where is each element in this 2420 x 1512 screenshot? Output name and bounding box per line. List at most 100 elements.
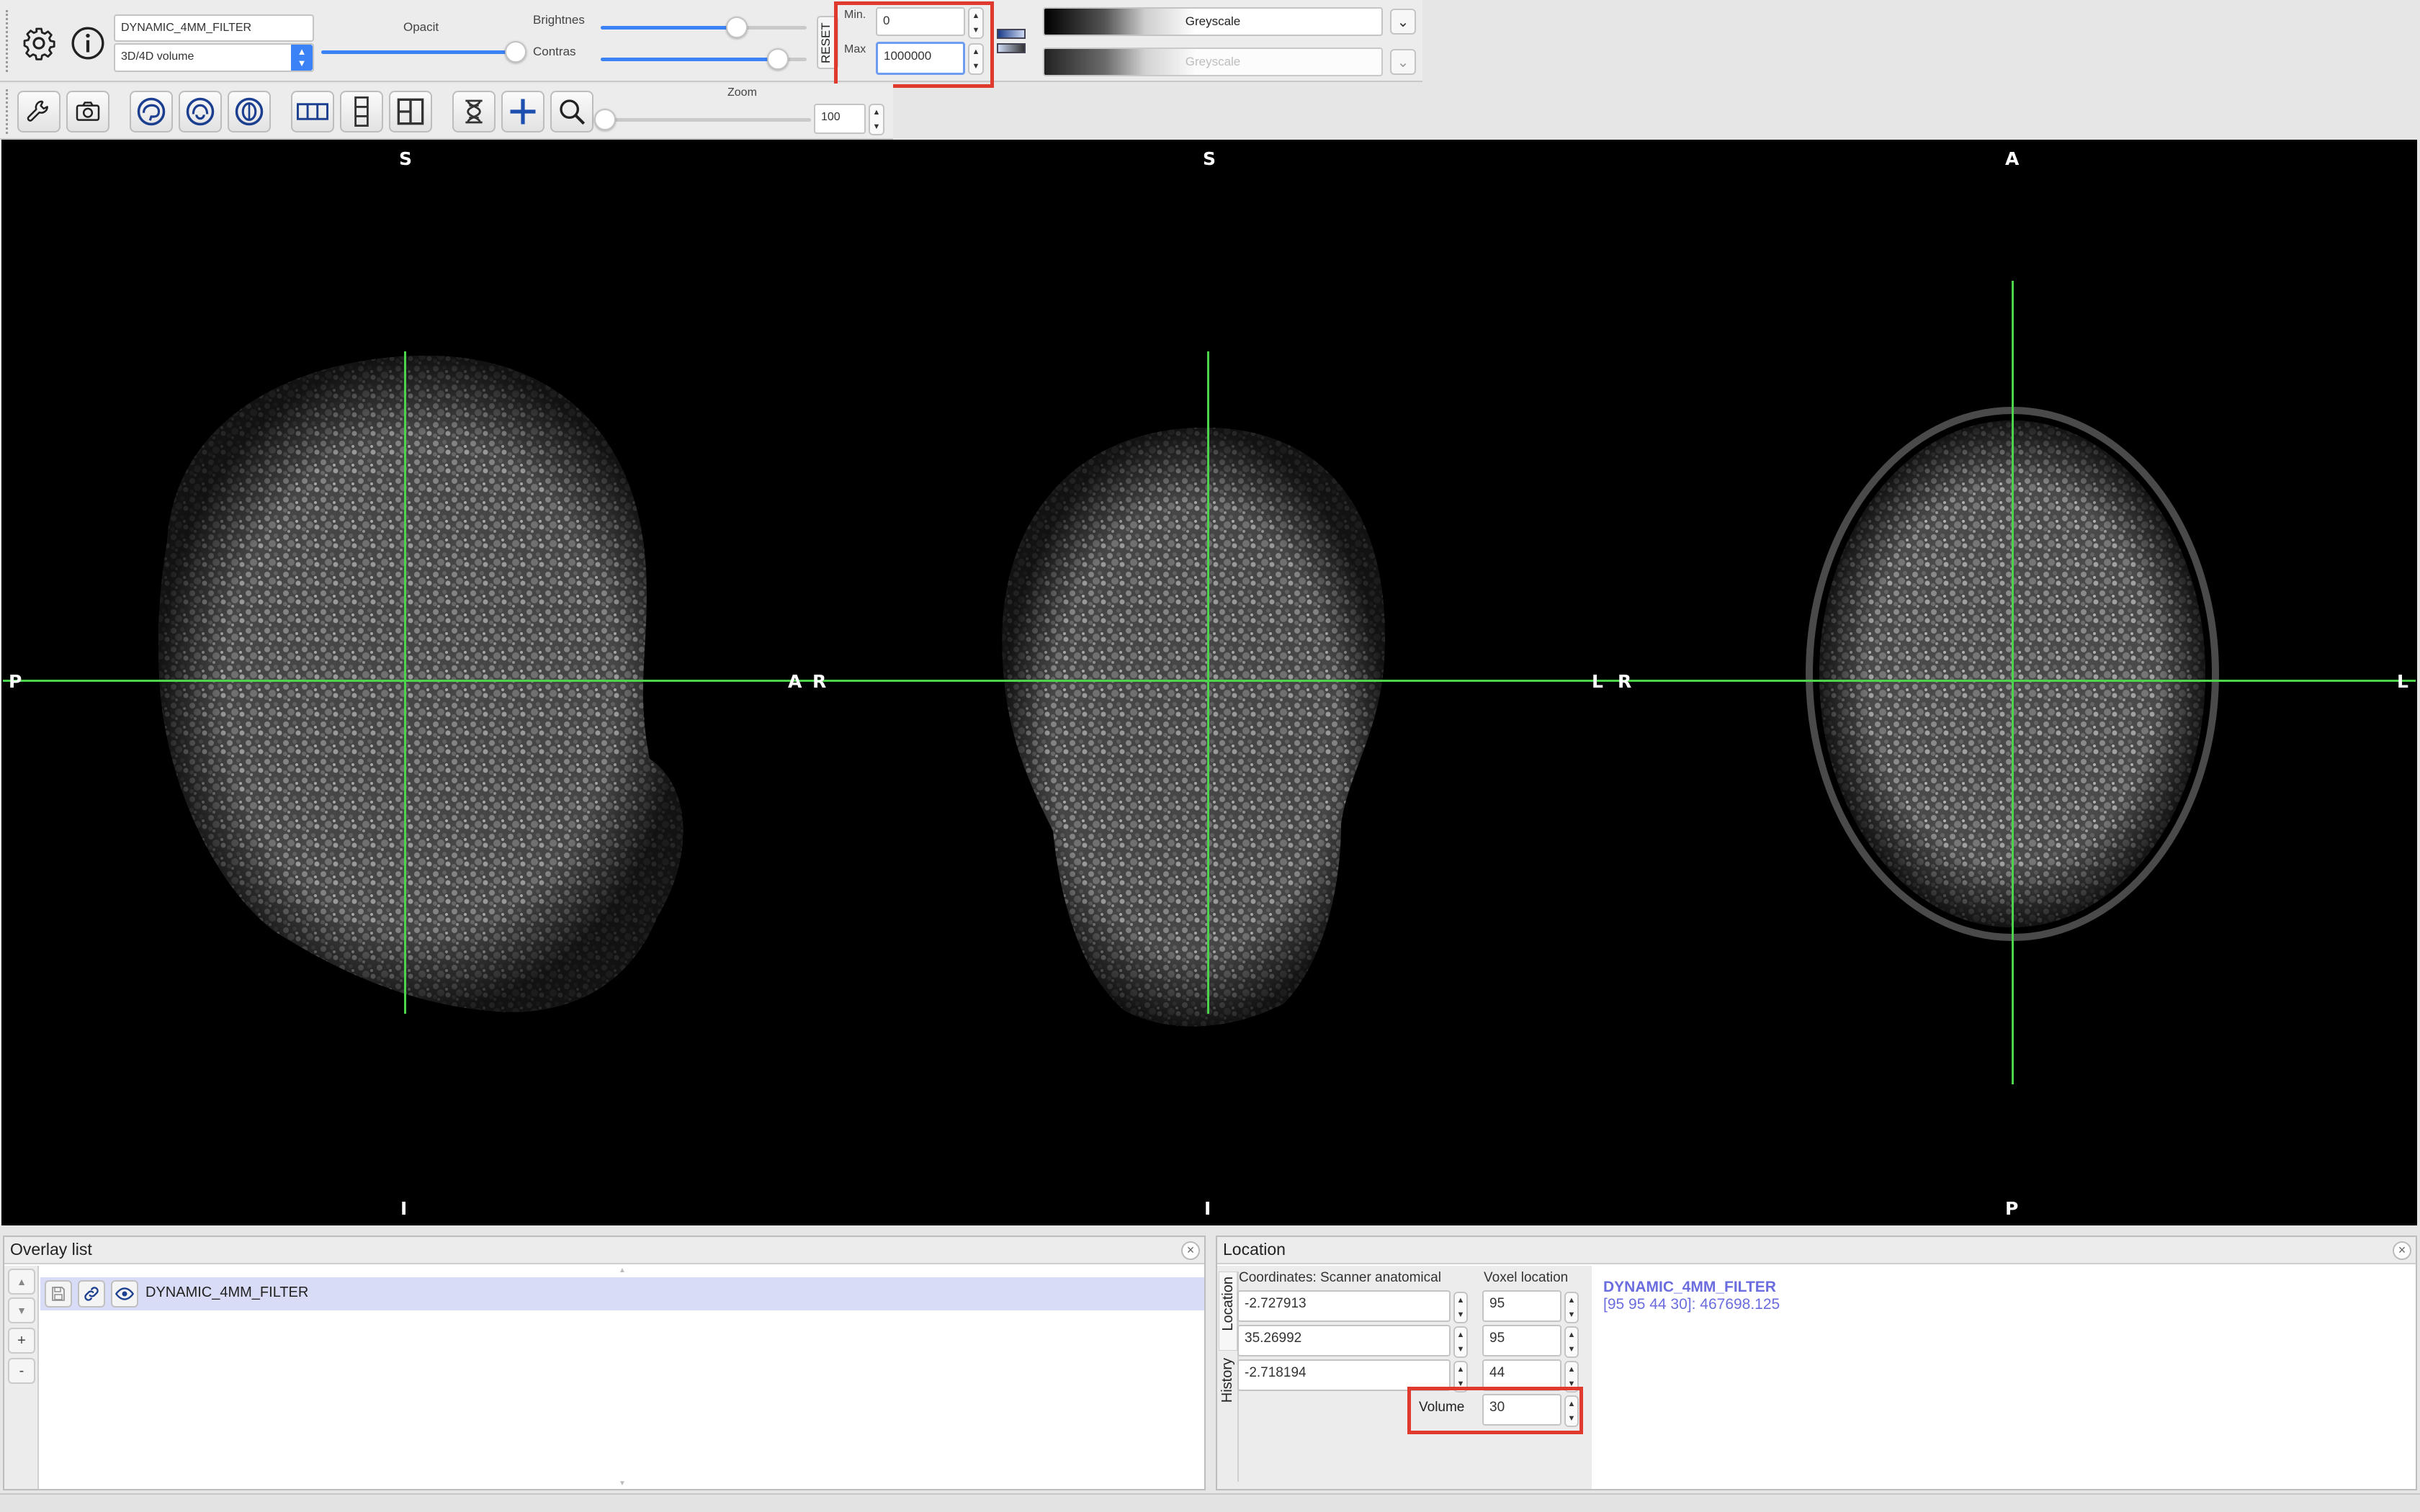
overlay-list-header: Overlay list xyxy=(4,1237,1204,1264)
coordinates-label: Coordinates: Scanner anatomical xyxy=(1239,1270,1441,1285)
zoom-slider[interactable] xyxy=(605,118,811,122)
brain-slices xyxy=(158,356,2219,1027)
toolbar-grip[interactable] xyxy=(6,10,10,72)
sagittal-right-label: A xyxy=(788,671,802,692)
secondary-colormap-label: Greyscale xyxy=(1185,55,1241,68)
overlay-list-sidebar: ▲ ▼ + - xyxy=(4,1266,39,1489)
brightness-label: Brightnes xyxy=(533,13,585,27)
scroll-up-icon[interactable]: ▲ xyxy=(40,1267,1204,1274)
coord-y-stepper[interactable]: ▲ ▼ xyxy=(1453,1326,1468,1358)
location-close-icon[interactable]: × xyxy=(2393,1241,2411,1260)
link-overlay-icon[interactable] xyxy=(78,1280,105,1308)
opacity-label: Opacit xyxy=(403,20,439,34)
voxel-y-stepper[interactable]: ▲ ▼ xyxy=(1564,1326,1579,1358)
grid-layout-icon[interactable] xyxy=(389,91,432,132)
opacity-slider-knob[interactable] xyxy=(505,41,526,63)
toolbar-grip[interactable] xyxy=(6,89,10,134)
sagittal-left-label: P xyxy=(9,671,22,692)
history-tab-label: History xyxy=(1219,1358,1235,1403)
ortho-view-toolbar: Zoom 100 ▲ ▼ xyxy=(0,84,893,140)
horizontal-layout-icon[interactable] xyxy=(291,91,334,132)
overlay-list-panel: Overlay list × ▲ ▼ + - ▲ DYNAMIC_4MM_FIL… xyxy=(3,1236,1206,1490)
camera-icon[interactable] xyxy=(66,91,109,132)
secondary-colormap-dropdown-icon[interactable]: ⌄ xyxy=(1390,49,1416,75)
location-panel: Location × Location History Coordinates:… xyxy=(1216,1236,2417,1490)
sagittal-crosshair-vertical xyxy=(404,351,406,1014)
crosshair-toggle-icon[interactable] xyxy=(501,91,544,132)
zoom-stepper[interactable]: ▲ ▼ xyxy=(869,104,884,135)
volume-type-value: 3D/4D volume xyxy=(121,50,194,63)
reset-label: RESET xyxy=(819,22,833,63)
contrast-label: Contras xyxy=(533,45,576,58)
contrast-slider-fill xyxy=(601,58,778,61)
coord-y-input[interactable]: 35.26992 xyxy=(1237,1325,1451,1356)
axial-top-label: A xyxy=(2005,148,2020,169)
visibility-eye-icon[interactable] xyxy=(111,1280,138,1308)
opacity-slider[interactable] xyxy=(321,50,516,54)
opacity-slider-fill xyxy=(321,50,516,54)
min-max-highlight xyxy=(834,1,994,88)
sagittal-view-icon[interactable] xyxy=(130,91,173,132)
coord-x-input[interactable]: -2.727913 xyxy=(1237,1290,1451,1322)
history-tab[interactable]: History xyxy=(1219,1352,1237,1421)
info-icon[interactable] xyxy=(66,22,109,65)
brightness-slider[interactable] xyxy=(601,26,807,30)
overlay-list-title: Overlay list xyxy=(10,1240,92,1259)
volume-type-select[interactable]: 3D/4D volume ▲ ▼ xyxy=(114,43,314,72)
voxel-location-label: Voxel location xyxy=(1484,1270,1569,1285)
coronal-bottom-label: I xyxy=(1204,1198,1211,1219)
volume-highlight xyxy=(1407,1387,1583,1434)
move-down-button[interactable]: ▼ xyxy=(8,1297,35,1323)
sagittal-slice xyxy=(158,356,684,1012)
voxel-x-stepper[interactable]: ▲ ▼ xyxy=(1564,1292,1579,1323)
coronal-slice xyxy=(1002,428,1385,1027)
crosshair-horizontal xyxy=(3,680,2416,682)
axial-bottom-label: P xyxy=(2005,1198,2019,1219)
axial-right-label: L xyxy=(2397,671,2408,692)
axial-crosshair-vertical xyxy=(2012,281,2014,1084)
brightness-slider-knob[interactable] xyxy=(726,17,748,38)
location-header: Location xyxy=(1217,1237,2416,1264)
vertical-layout-icon[interactable] xyxy=(340,91,383,132)
overlay-item-name: DYNAMIC_4MM_FILTER xyxy=(145,1284,309,1300)
scroll-down-icon[interactable]: ▼ xyxy=(40,1480,1204,1488)
ortho-viewer-canvas[interactable]: S I P A S I R L A P R L xyxy=(1,140,2417,1225)
overlay-name-field[interactable]: DYNAMIC_4MM_FILTER xyxy=(114,14,314,42)
remove-overlay-button[interactable]: - xyxy=(8,1358,35,1384)
save-overlay-icon[interactable] xyxy=(45,1280,72,1308)
coronal-view-icon[interactable] xyxy=(179,91,222,132)
location-title: Location xyxy=(1223,1240,1286,1259)
coord-x-stepper[interactable]: ▲ ▼ xyxy=(1453,1292,1468,1323)
axial-view-icon[interactable] xyxy=(228,91,271,132)
overlay-list-close-icon[interactable]: × xyxy=(1181,1241,1200,1260)
overlay-list-item[interactable]: DYNAMIC_4MM_FILTER xyxy=(40,1277,1204,1310)
status-bar xyxy=(0,1493,2420,1512)
info-voxel-value: [95 95 44 30]: 467698.125 xyxy=(1603,1296,1780,1313)
voxel-y-input[interactable]: 95 xyxy=(1482,1325,1561,1356)
location-tab[interactable]: Location xyxy=(1219,1272,1237,1351)
zoom-input[interactable]: 100 xyxy=(814,104,866,134)
sagittal-bottom-label: I xyxy=(400,1198,408,1219)
contrast-slider-knob[interactable] xyxy=(767,48,789,70)
zoom-magnifier-icon[interactable] xyxy=(550,91,593,132)
movie-mode-icon[interactable] xyxy=(452,91,496,132)
secondary-colormap-select[interactable]: Greyscale xyxy=(1043,48,1383,76)
coronal-top-label: S xyxy=(1203,148,1216,169)
zoom-label: Zoom xyxy=(727,86,757,99)
primary-colormap-dropdown-icon[interactable]: ⌄ xyxy=(1390,9,1416,35)
coronal-left-label: R xyxy=(812,671,827,692)
location-info: DYNAMIC_4MM_FILTER [95 95 44 30]: 467698… xyxy=(1592,1266,2416,1489)
invert-colormap-icon[interactable] xyxy=(995,26,1027,58)
location-tab-label: Location xyxy=(1220,1277,1236,1331)
select-arrows-icon: ▲ ▼ xyxy=(291,45,313,71)
add-overlay-button[interactable]: + xyxy=(8,1328,35,1354)
sagittal-top-label: S xyxy=(399,148,413,169)
voxel-x-input[interactable]: 95 xyxy=(1482,1290,1561,1322)
settings-gear-icon[interactable] xyxy=(17,22,60,65)
wrench-icon[interactable] xyxy=(17,91,60,132)
zoom-slider-knob[interactable] xyxy=(594,109,616,130)
primary-colormap-select[interactable]: Greyscale xyxy=(1043,7,1383,36)
overlay-display-toolbar: DYNAMIC_4MM_FILTER 3D/4D volume ▲ ▼ Opaci… xyxy=(0,0,1422,88)
move-up-button[interactable]: ▲ xyxy=(8,1269,35,1295)
brightness-slider-fill xyxy=(601,26,737,30)
